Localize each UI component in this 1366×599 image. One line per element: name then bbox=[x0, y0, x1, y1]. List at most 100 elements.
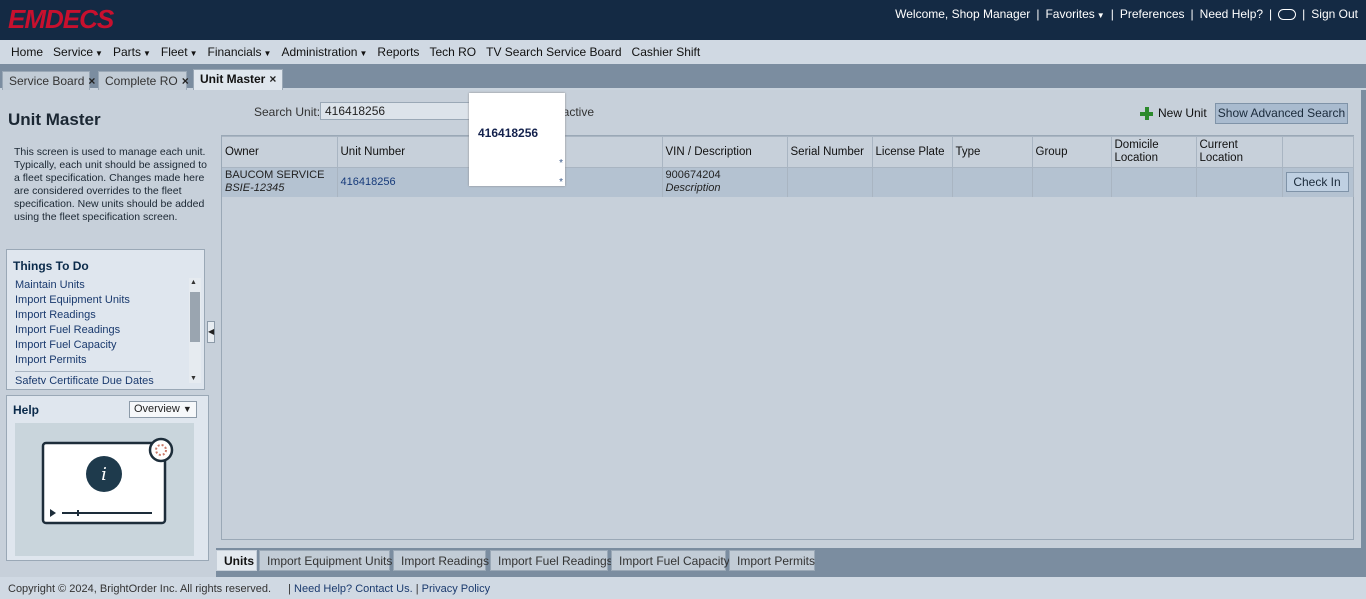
column-header-serial-number[interactable]: Serial Number bbox=[787, 136, 873, 168]
help-panel: Help Overview ▼ i bbox=[6, 395, 209, 561]
emdecs-logo[interactable]: EMDECS bbox=[8, 4, 114, 35]
bottom-tab-import-fuel-readings[interactable]: Import Fuel Readings bbox=[490, 550, 613, 571]
close-icon[interactable]: × bbox=[182, 74, 189, 88]
todo-import-permits[interactable]: Import Permits bbox=[15, 353, 187, 368]
privacy-policy-link[interactable]: Privacy Policy bbox=[422, 583, 490, 595]
help-topic-select[interactable]: Overview ▼ bbox=[129, 401, 197, 418]
separator: | bbox=[1110, 7, 1114, 21]
menu-fleet-label: Fleet bbox=[160, 45, 188, 59]
menu-financials-label: Financials bbox=[207, 45, 262, 59]
separator: | bbox=[1302, 7, 1306, 21]
separator: | bbox=[1269, 7, 1273, 21]
bottom-tab-import-readings[interactable]: Import Readings bbox=[393, 550, 489, 571]
search-unit-input[interactable] bbox=[320, 102, 470, 120]
scroll-up-icon[interactable]: ▲ bbox=[190, 279, 197, 286]
menu-administration[interactable]: Administration ▼ bbox=[276, 45, 372, 59]
page-tabs: Service Board × Complete RO × Unit Master × bbox=[0, 64, 1366, 90]
todo-import-equipment-units[interactable]: Import Equipment Units bbox=[15, 293, 187, 308]
units-grid: Owner Unit Number VIN / Description Seri… bbox=[221, 135, 1354, 540]
menu-tv-search-service-board[interactable]: TV Search Service Board bbox=[481, 45, 626, 59]
column-header-vin[interactable]: VIN / Description bbox=[662, 136, 788, 168]
menu-reports-label: Reports bbox=[377, 45, 420, 59]
new-unit-button[interactable]: New Unit bbox=[1140, 106, 1207, 120]
close-icon[interactable]: × bbox=[269, 72, 276, 86]
menu-service[interactable]: Service ▼ bbox=[48, 45, 108, 59]
owner-code: BSIE-12345 bbox=[225, 182, 285, 195]
bottom-tab-import-equipment-units[interactable]: Import Equipment Units bbox=[259, 550, 392, 571]
chevron-down-icon: ▼ bbox=[95, 49, 103, 58]
menu-cashier-shift-label: Cashier Shift bbox=[631, 45, 701, 59]
tab-service-board[interactable]: Service Board × bbox=[2, 71, 95, 90]
column-header-current-location[interactable]: Current Location bbox=[1196, 136, 1283, 168]
unit-number-link[interactable]: 416418256 bbox=[341, 176, 396, 188]
unit-autocomplete-popup: 416418256 * * bbox=[469, 93, 565, 188]
page-title: Unit Master bbox=[8, 110, 101, 129]
contact-us-link[interactable]: Need Help? Contact Us. bbox=[294, 583, 413, 595]
todo-scrollbar[interactable]: ▲ ▼ bbox=[189, 278, 201, 383]
chat-icon[interactable] bbox=[1278, 8, 1297, 20]
search-unit-label: Search Unit: bbox=[254, 105, 321, 119]
tab-label: Service Board bbox=[9, 74, 85, 88]
separator: | bbox=[1190, 7, 1194, 21]
bottom-tab-import-fuel-capacity[interactable]: Import Fuel Capacity bbox=[611, 550, 730, 571]
need-help-link[interactable]: Need Help? bbox=[1200, 7, 1263, 21]
todo-maintain-units[interactable]: Maintain Units bbox=[15, 278, 187, 293]
menu-parts[interactable]: Parts ▼ bbox=[108, 45, 156, 59]
menu-tech-ro[interactable]: Tech RO bbox=[424, 45, 481, 59]
tab-unit-master[interactable]: Unit Master × bbox=[193, 69, 283, 90]
units-table: Owner Unit Number VIN / Description Seri… bbox=[222, 136, 1354, 197]
todo-import-fuel-readings[interactable]: Import Fuel Readings bbox=[15, 323, 187, 338]
column-header-type[interactable]: Type bbox=[952, 136, 1033, 168]
table-row[interactable]: BAUCOM SERVICE BSIE-12345 416418256 90067… bbox=[222, 167, 1354, 197]
svg-text:i: i bbox=[101, 464, 107, 485]
help-video[interactable]: i bbox=[15, 423, 194, 556]
scrollbar-thumb[interactable] bbox=[190, 292, 200, 342]
tab-complete-ro[interactable]: Complete RO × bbox=[98, 71, 189, 90]
welcome-text: Welcome, Shop Manager bbox=[895, 7, 1031, 21]
plus-icon bbox=[1140, 106, 1153, 120]
top-bar: EMDECS Welcome, Shop Manager | Favorites… bbox=[0, 0, 1366, 40]
menu-fleet[interactable]: Fleet ▼ bbox=[156, 45, 203, 59]
scroll-down-icon[interactable]: ▼ bbox=[190, 375, 197, 382]
new-unit-label: New Unit bbox=[1158, 106, 1207, 120]
separator: | bbox=[1036, 7, 1040, 21]
chevron-down-icon: ▼ bbox=[263, 49, 272, 58]
separator: | bbox=[288, 583, 291, 595]
column-header-owner[interactable]: Owner bbox=[222, 136, 338, 168]
preferences-link[interactable]: Preferences bbox=[1120, 7, 1185, 21]
bottom-tab-units[interactable]: Units bbox=[216, 550, 257, 571]
user-links: Welcome, Shop Manager | Favorites ▼ | Pre… bbox=[895, 7, 1358, 21]
main-menu: Home Service ▼ Parts ▼ Fleet ▼ Financials ▼ … bbox=[0, 40, 1366, 64]
column-header-domicile-location[interactable]: Domicile Location bbox=[1111, 136, 1197, 168]
bottom-tab-import-permits[interactable]: Import Permits bbox=[729, 550, 815, 571]
todo-safety-certificate-due-dates[interactable]: Safety Certificate Due Dates bbox=[15, 374, 187, 384]
show-advanced-search-button[interactable]: Show Advanced Search bbox=[1215, 103, 1348, 124]
column-header-group[interactable]: Group bbox=[1032, 136, 1112, 168]
collapse-panel-button[interactable]: ◀ bbox=[207, 321, 215, 343]
menu-financials[interactable]: Financials ▼ bbox=[203, 45, 277, 59]
footer: Copyright © 2024, BrightOrder Inc. All r… bbox=[0, 577, 1366, 599]
table-header-row: Owner Unit Number VIN / Description Seri… bbox=[222, 136, 1354, 168]
check-in-button[interactable]: Check In bbox=[1285, 172, 1349, 193]
autocomplete-option[interactable]: 416418256 bbox=[478, 126, 538, 140]
chevron-down-icon: ▼ bbox=[182, 404, 192, 414]
close-icon[interactable]: × bbox=[88, 74, 95, 88]
menu-home[interactable]: Home bbox=[6, 45, 48, 59]
todo-import-fuel-capacity[interactable]: Import Fuel Capacity bbox=[15, 338, 187, 353]
menu-cashier-shift[interactable]: Cashier Shift bbox=[627, 45, 706, 59]
column-header-license-plate[interactable]: License Plate bbox=[872, 136, 953, 168]
chevron-down-icon: ▼ bbox=[359, 49, 368, 58]
sign-out-link[interactable]: Sign Out bbox=[1311, 7, 1358, 21]
cell-current-location bbox=[1196, 167, 1283, 197]
things-to-do-panel: Things To Do Maintain Units Import Equip… bbox=[6, 249, 205, 390]
chevron-down-icon: ▼ bbox=[189, 49, 198, 58]
owner-name: BAUCOM SERVICE bbox=[225, 169, 325, 182]
cell-action: Check In bbox=[1282, 167, 1354, 197]
vin-description: Description bbox=[665, 182, 721, 195]
menu-tech-ro-label: Tech RO bbox=[429, 45, 477, 59]
favorites-menu[interactable]: Favorites ▼ bbox=[1045, 7, 1104, 21]
tab-label: Unit Master bbox=[200, 72, 266, 86]
todo-import-readings[interactable]: Import Readings bbox=[15, 308, 187, 323]
marker: * bbox=[559, 177, 563, 188]
menu-reports[interactable]: Reports bbox=[372, 45, 424, 59]
